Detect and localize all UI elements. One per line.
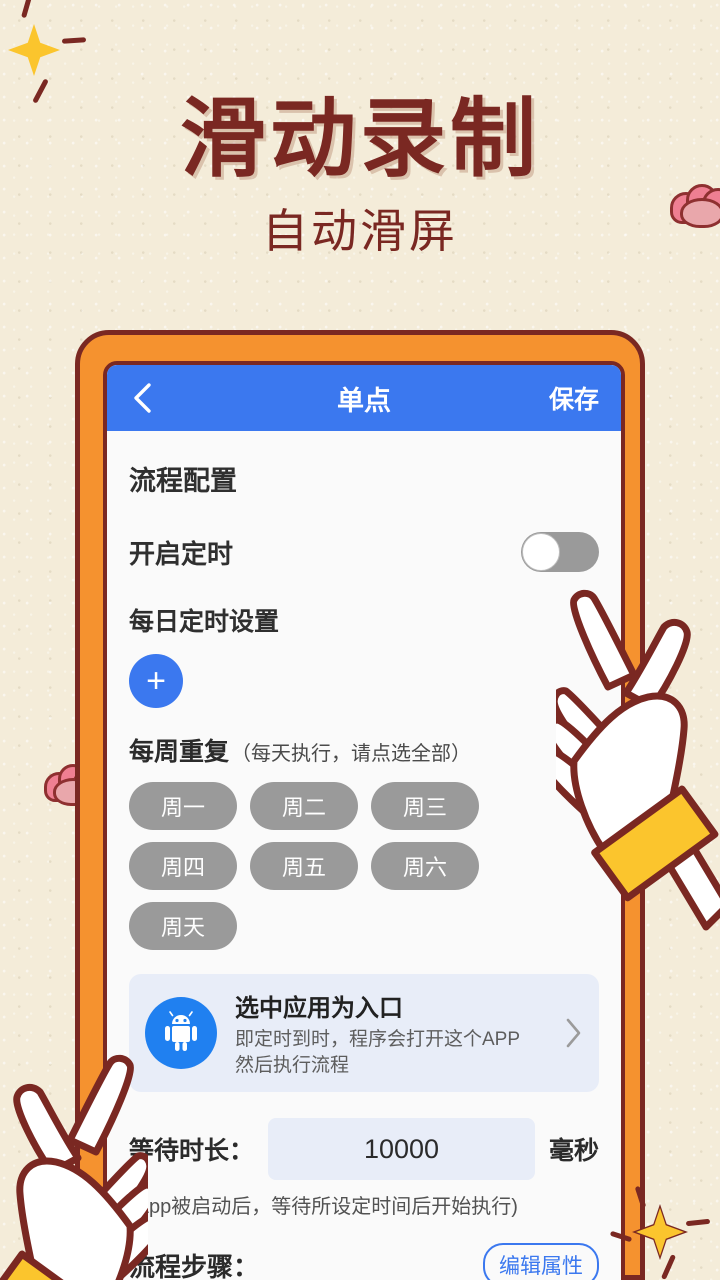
- app-entry-text: 选中应用为入口 即定时到时，程序会打开这个APP然后执行流程: [235, 988, 555, 1078]
- weekday-chip-sun[interactable]: 周天: [129, 902, 237, 950]
- weekly-repeat-label: 每周重复: [129, 738, 230, 766]
- section-title: 流程配置: [129, 466, 237, 496]
- chevron-right-icon[interactable]: [563, 1016, 583, 1050]
- save-button[interactable]: 保存: [549, 380, 599, 416]
- flower-icon: [668, 182, 720, 228]
- app-title: 单点: [337, 385, 391, 416]
- app-entry-desc: 即定时到时，程序会打开这个APP然后执行流程: [235, 1029, 521, 1076]
- wait-duration-label: 等待时长：: [129, 1137, 255, 1166]
- toggle-knob: [522, 533, 560, 571]
- weekly-repeat-hint: （每天执行，请点选全部）: [231, 743, 472, 765]
- weekday-chip-wed[interactable]: 周三: [371, 782, 479, 830]
- chevron-left-icon[interactable]: [129, 381, 155, 415]
- edit-properties-button[interactable]: 编辑属性: [483, 1243, 599, 1280]
- weekday-chip-group: 周一 周二 周三 周四 周五 周六 周天: [129, 782, 599, 950]
- android-robot-icon: [145, 997, 217, 1070]
- flow-steps-header: 流程步骤： 编辑属性: [129, 1243, 599, 1280]
- wait-duration-input[interactable]: 10000: [268, 1118, 535, 1181]
- weekly-repeat-header: 每周重复 （每天执行，请点选全部）: [129, 732, 599, 768]
- enable-timer-toggle[interactable]: [521, 532, 599, 572]
- add-schedule-button[interactable]: +: [129, 654, 183, 708]
- app-header-bar: 单点 保存: [107, 365, 621, 431]
- wait-duration-unit: 毫秒: [548, 1137, 599, 1166]
- weekday-chip-fri[interactable]: 周五: [250, 842, 358, 890]
- weekday-chip-tue[interactable]: 周二: [250, 782, 358, 830]
- headline-block: 滑动录制 自动滑屏: [0, 96, 720, 254]
- phone-screen: 单点 保存 流程配置 开启定时 每日定时设置 + 每周重复 （每天执行，请点选全…: [103, 361, 625, 1280]
- sparkle-star-icon: [609, 1185, 711, 1280]
- phone-mockup: 单点 保存 流程配置 开启定时 每日定时设置 + 每周重复 （每天执行，请点选全…: [75, 330, 645, 1280]
- sparkle-star-icon: [4, 0, 87, 104]
- app-entry-card[interactable]: 选中应用为入口 即定时到时，程序会打开这个APP然后执行流程: [129, 974, 599, 1093]
- wait-duration-hint: (App被启动后，等待所设定时间后开始执行): [129, 1196, 518, 1219]
- poster-canvas: 滑动录制 自动滑屏 单点 保存 流程配置 开启定时 每日定时设置 + 每周重复 …: [0, 0, 720, 1280]
- weekday-chip-mon[interactable]: 周一: [129, 782, 237, 830]
- daily-schedule-label: 每日定时设置: [129, 608, 280, 636]
- weekday-chip-sat[interactable]: 周六: [371, 842, 479, 890]
- weekday-chip-thu[interactable]: 周四: [129, 842, 237, 890]
- app-entry-title: 选中应用为入口: [235, 995, 403, 1022]
- page-subtitle: 自动滑屏: [262, 205, 458, 257]
- enable-timer-row: 开启定时: [129, 532, 599, 572]
- page-title: 滑动录制: [180, 89, 540, 189]
- flow-steps-title: 流程步骤：: [129, 1251, 260, 1280]
- enable-timer-label: 开启定时: [129, 538, 234, 569]
- settings-body: 流程配置 开启定时 每日定时设置 + 每周重复 （每天执行，请点选全部） 周一 …: [107, 431, 621, 1280]
- wait-duration-row: 等待时长： 10000 毫秒: [129, 1118, 599, 1181]
